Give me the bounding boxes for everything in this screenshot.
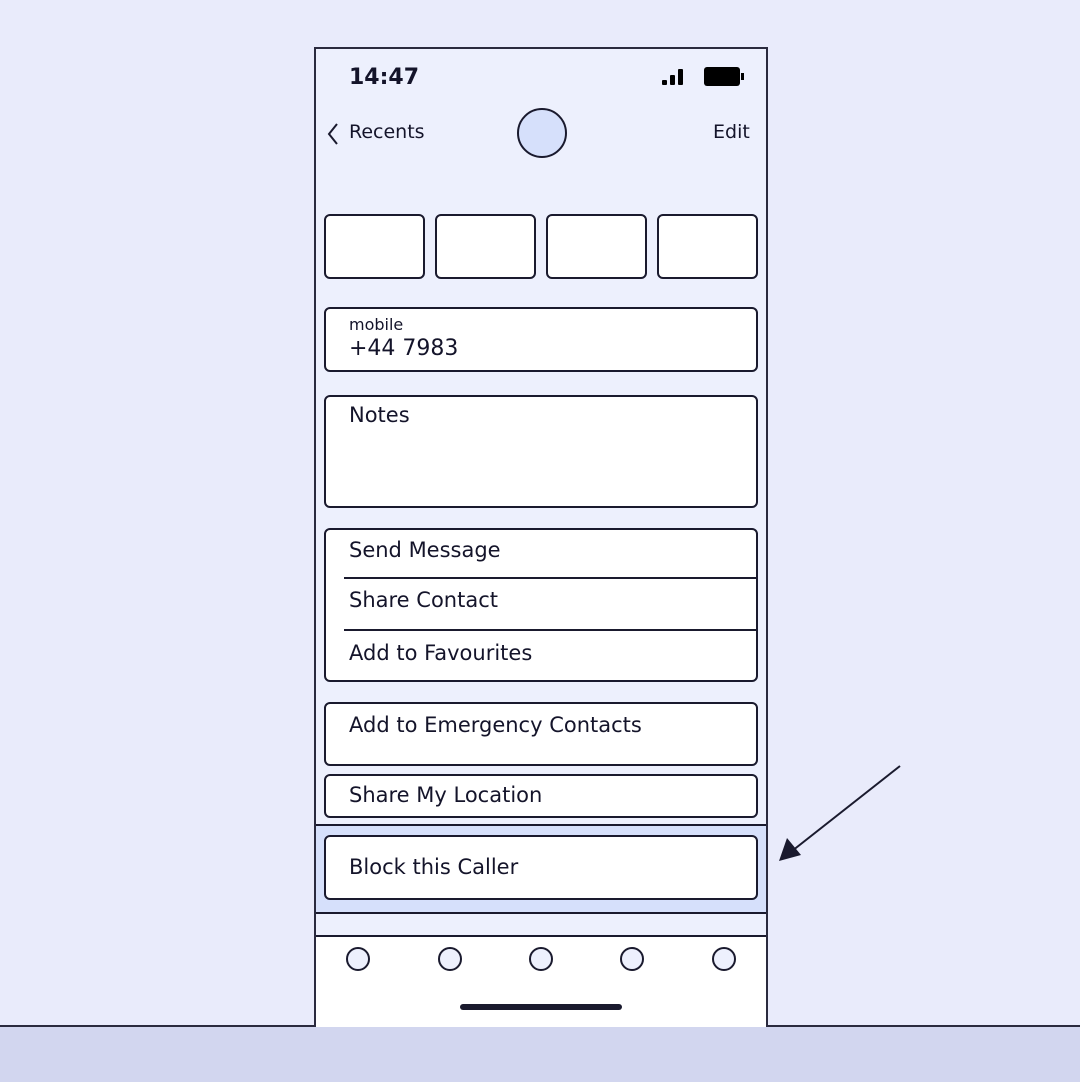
pointer-arrow-icon — [779, 765, 901, 861]
